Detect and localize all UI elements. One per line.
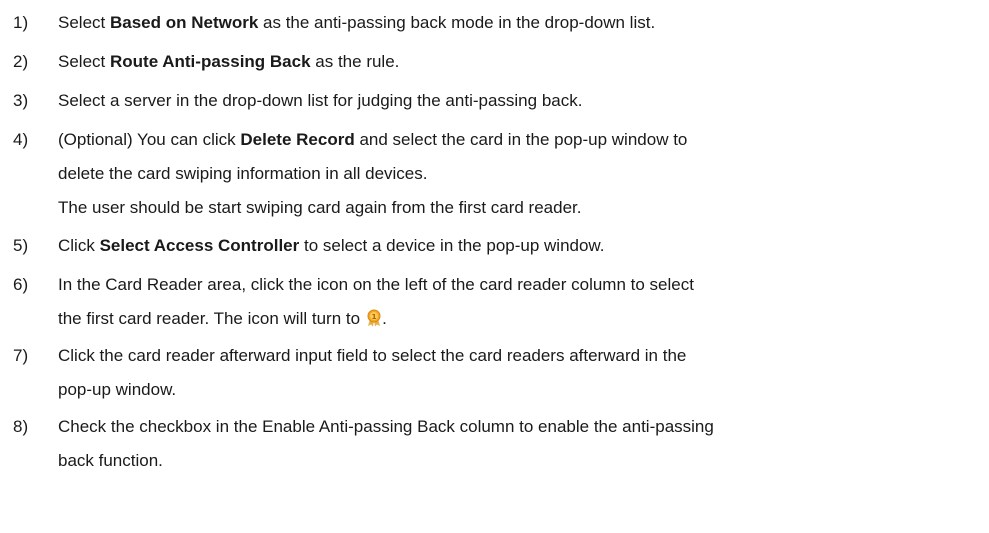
step-text: Check the checkbox in the Enable Anti-pa… [58,417,714,436]
step-number: 5) [13,236,29,255]
step-text: In the Card Reader area, click the icon … [58,275,694,294]
step-text: Select Based on Network as the anti-pass… [58,13,656,32]
step-text: (Optional) You can click Delete Record a… [58,130,688,149]
step-text: Select Route Anti-passing Back as the ru… [58,52,400,71]
step-number: 3) [13,91,29,110]
ui-term: Route Anti-passing Back [109,52,311,71]
step-text-continued: delete the card swiping information in a… [58,164,428,183]
step-text-continued: pop-up window. [58,380,177,399]
step-note: The user should be start swiping card ag… [58,198,582,217]
ui-term: Based on Network [109,13,259,32]
step-number: 2) [13,52,29,71]
ui-term: Select Access Controller [99,236,300,255]
first-card-reader-icon: 1 [366,309,382,327]
instruction-list: 1) Select Based on Network as the anti-p… [0,0,989,533]
step-number: 6) [13,275,29,294]
step-number: 7) [13,346,29,365]
step-number: 4) [13,130,29,149]
step-number: 1) [13,13,29,32]
svg-text:1: 1 [372,313,377,321]
step-text: Select a server in the drop-down list fo… [58,91,583,110]
step-text-continued: back function. [58,451,163,470]
ui-term: Delete Record [240,130,355,149]
step-text: Click Select Access Controller to select… [58,236,605,255]
step-text-continued: the first card reader. The icon will tur… [58,309,387,328]
step-text: Click the card reader afterward input fi… [58,346,687,365]
step-number: 8) [13,417,29,436]
